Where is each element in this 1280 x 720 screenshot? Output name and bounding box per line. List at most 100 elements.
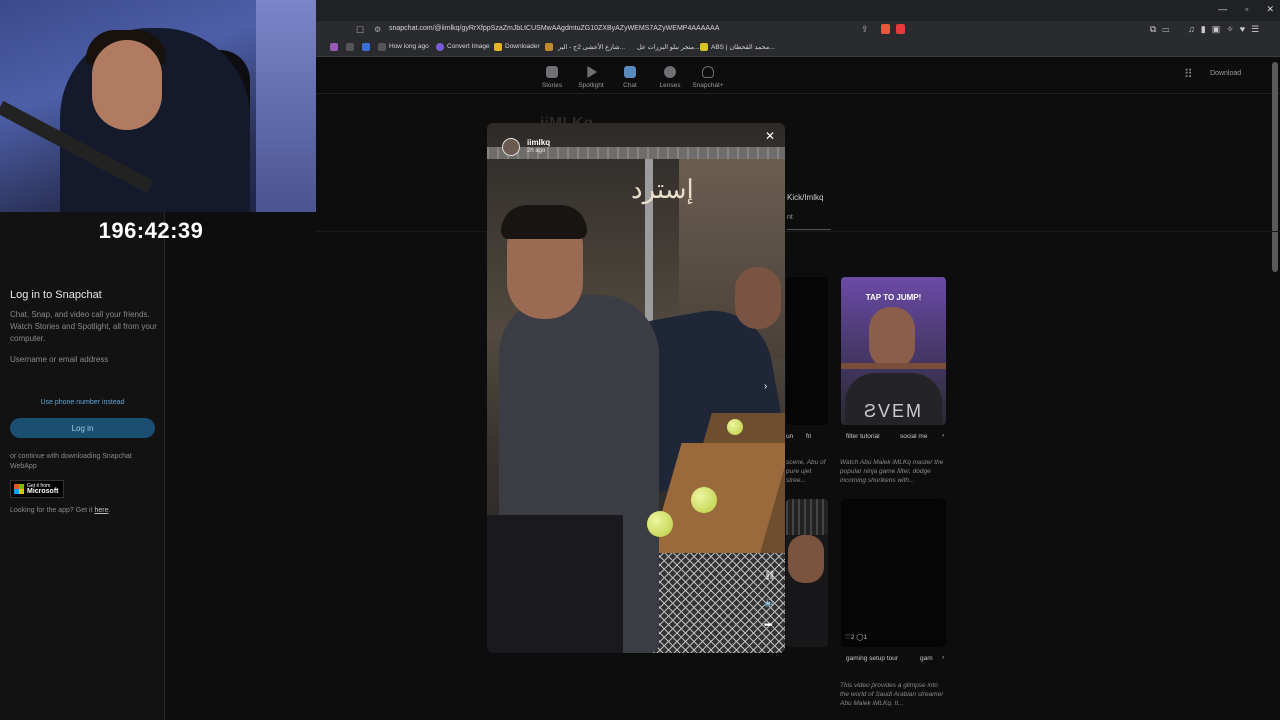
nav-lenses[interactable]: Lenses <box>650 66 690 89</box>
tag-fri[interactable]: fri <box>806 433 811 440</box>
nav-spotlight[interactable]: Spotlight <box>571 66 611 89</box>
browser-tab-strip <box>316 0 1280 22</box>
card-description-2: This video provides a glimpse into the w… <box>840 682 944 707</box>
bookmark-downloader-icon[interactable] <box>494 43 502 51</box>
bookmark-how-long-ago[interactable]: How long ago <box>389 43 429 50</box>
profile-tab[interactable]: nt <box>787 214 793 221</box>
maximize-button[interactable]: ▫ <box>1245 4 1248 15</box>
video-person-1-hair <box>501 205 587 239</box>
kick-link[interactable]: Kick/Imlkq <box>787 193 823 202</box>
bookmark-abs-icon[interactable] <box>700 43 708 51</box>
nav-snapchat-plus-label: Snapchat+ <box>692 82 724 89</box>
nav-lenses-label: Lenses <box>659 82 681 89</box>
close-icon[interactable]: ✕ <box>765 129 775 143</box>
apps-grid-icon[interactable]: ⠿ <box>1184 68 1196 81</box>
bookmark-icon[interactable]: ☐ <box>356 25 364 36</box>
background-shelf <box>256 0 316 212</box>
tag-gaming-setup-tour[interactable]: gaming setup tour <box>846 655 898 662</box>
tap-to-jump-text: TAP TO JUMP! <box>865 293 922 302</box>
brave-shields-icon[interactable] <box>881 24 890 34</box>
video-person-1-legs <box>487 515 623 653</box>
bookmark-globe-icon[interactable] <box>378 43 386 51</box>
chevron-right-icon[interactable]: › <box>764 381 767 392</box>
nav-spotlight-label: Spotlight <box>578 82 604 89</box>
bookmark-c-icon[interactable] <box>346 43 354 51</box>
story-time: 2h ago <box>527 148 546 154</box>
tab-underline <box>787 229 831 230</box>
card-person-face <box>788 535 824 583</box>
card-shirt-print: ƧVEM <box>863 401 923 421</box>
card-description-1b: Watch Abu Malek iMLKq master the popular… <box>840 459 944 484</box>
lenses-icon <box>664 66 676 78</box>
more-options-icon[interactable]: ••• <box>764 620 772 631</box>
video-arabic-sign: إسترد <box>631 175 694 205</box>
webcam-overlay <box>0 0 316 212</box>
chat-icon <box>624 66 636 78</box>
toolbar-icons[interactable]: ♫▮▣✧♥☰ <box>1188 24 1265 35</box>
tag-social-media[interactable]: social me <box>900 433 927 440</box>
story-username[interactable]: iimlkq <box>527 138 550 147</box>
link-icon[interactable]: ⛓ <box>764 570 775 581</box>
story-viewer-modal[interactable]: إسترد <box>487 123 785 653</box>
tags2-next-icon[interactable]: › <box>942 654 944 661</box>
app-help-prefix: Looking for the app? Get it <box>10 507 95 514</box>
bookmark-s-icon[interactable] <box>330 43 338 51</box>
app-help-text: Looking for the app? Get it here. <box>10 507 111 514</box>
bookmark-downloader[interactable]: Downloader <box>505 43 540 50</box>
app-help-link[interactable]: here <box>94 507 108 514</box>
login-description: Chat, Snap, and video call your friends.… <box>10 310 157 343</box>
nav-chat-label: Chat <box>623 82 637 89</box>
card-stats: ♡2 ◯1 <box>845 634 868 641</box>
close-window-button[interactable]: ✕ <box>1266 4 1274 15</box>
bookmark-link-icon[interactable] <box>362 43 370 51</box>
site-settings-icon[interactable]: ⚙ <box>374 25 381 34</box>
streamer-face <box>92 40 162 130</box>
bookmark-abs[interactable]: ABS | محمد القحطان... <box>711 43 775 51</box>
phone-number-link[interactable]: Use phone number instead <box>10 399 155 406</box>
spotlight-play-icon <box>587 66 597 78</box>
page-scrollbar[interactable] <box>1272 62 1278 272</box>
spotlight-card-person[interactable] <box>786 499 828 647</box>
minimize-button[interactable]: — <box>1218 4 1227 15</box>
spotlight-card-dark[interactable] <box>786 277 828 425</box>
rewards-icon[interactable] <box>896 24 905 34</box>
bookmark-street-icon[interactable] <box>545 43 553 51</box>
ms-badge-text: Get it from Microsoft <box>27 483 59 495</box>
login-button[interactable]: Log in <box>10 418 155 438</box>
extensions-icon[interactable]: ⧉▭ <box>1150 24 1175 35</box>
window-controls: — ▫ ✕ <box>1218 4 1274 15</box>
card-description-1a: scene, Abu of pure ujet stree... <box>786 459 826 484</box>
ghost-icon <box>702 66 714 78</box>
ball-2 <box>691 487 717 513</box>
nav-stories-label: Stories <box>541 82 563 89</box>
share-icon[interactable]: ⇪ <box>861 24 869 35</box>
bookmark-convert-image[interactable]: Convert Image <box>447 43 490 50</box>
nav-divider <box>316 93 1280 94</box>
story-avatar[interactable] <box>502 138 520 156</box>
tag-un[interactable]: un <box>786 433 793 440</box>
spotlight-card-tap-to-jump[interactable]: TAP TO JUMP! ƧVEM <box>841 277 946 425</box>
stream-timer: 196:42:39 <box>98 218 204 243</box>
username-label: Username or email address <box>10 355 109 364</box>
ms-badge-bottom: Microsoft <box>27 488 59 495</box>
bookmark-store[interactable]: متجر نبلو البزرات عل... <box>637 43 700 51</box>
download-button[interactable]: Download <box>1210 70 1241 77</box>
nav-snapchat-plus[interactable]: Snapchat+ <box>688 66 728 89</box>
card-bars <box>786 499 828 535</box>
card-face <box>869 307 915 369</box>
microsoft-store-badge[interactable]: Get it from Microsoft <box>10 480 64 498</box>
tag-filter-tutorial[interactable]: filter tutorial <box>846 433 880 440</box>
nav-stories[interactable]: Stories <box>532 66 572 89</box>
url-text[interactable]: snapchat.com/@iimlkq/gyRrXfppSzaZmJbLtCU… <box>389 25 719 32</box>
nav-chat[interactable]: Chat <box>610 66 650 89</box>
tag-gam[interactable]: gam <box>920 655 933 662</box>
microsoft-logo-icon <box>14 484 24 494</box>
spotlight-card-gaming-setup[interactable]: ♡2 ◯1 <box>841 499 946 647</box>
tags-next-icon[interactable]: › <box>942 432 944 439</box>
sound-icon[interactable]: 🔈 <box>764 597 776 608</box>
video-cage <box>637 553 785 653</box>
ball-1 <box>727 419 743 435</box>
bookmark-street[interactable]: شارع الأعشى 2ج - البر... <box>558 43 625 51</box>
card-ninja-bar <box>841 363 946 369</box>
bookmark-convert-icon[interactable] <box>436 43 444 51</box>
